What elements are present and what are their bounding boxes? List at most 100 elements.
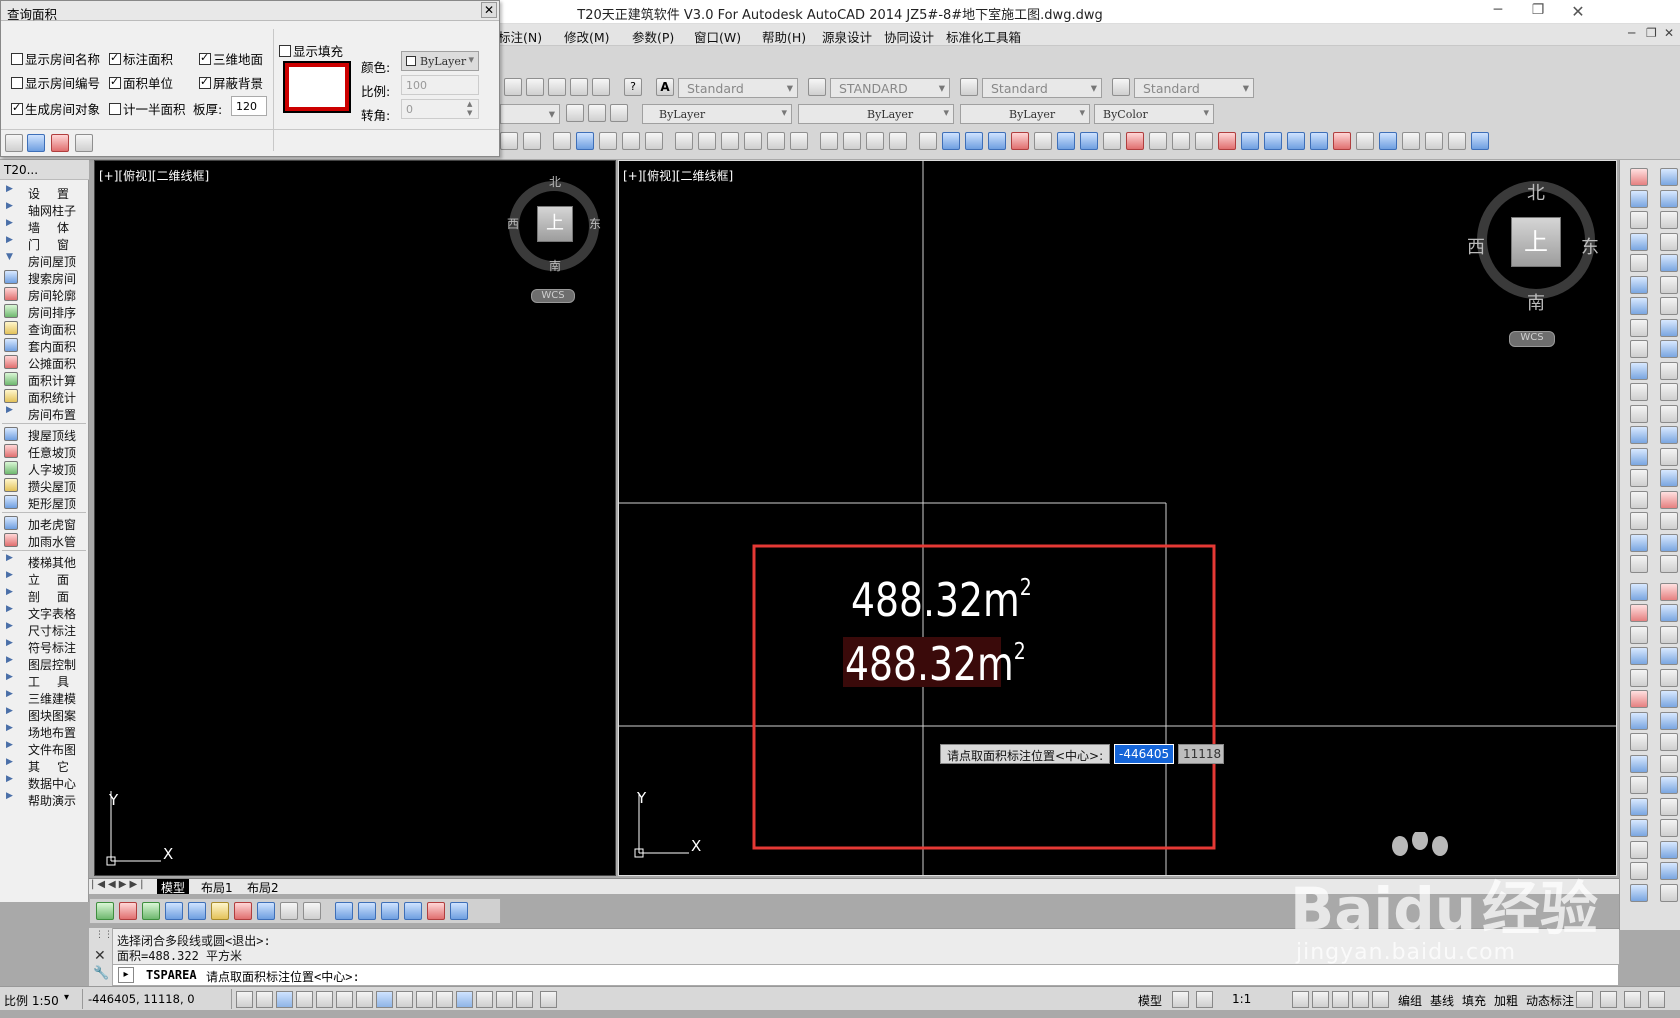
modify-tool-icon-1-25[interactable] [1630,690,1648,708]
modify-tool-icon-1-16[interactable] [1630,490,1648,509]
expand-arrow-icon[interactable]: ▶ [6,672,13,682]
side-room-item-4[interactable]: 套内面积 [0,337,89,354]
expand-arrow-icon[interactable]: ▶ [6,553,13,563]
toggle-group[interactable]: 编组 [1398,992,1422,1009]
modify-tool-icon-2-9[interactable] [1660,340,1678,358]
modify-tool-icon-2-6[interactable] [1660,275,1678,294]
modify-tool-icon-2-32[interactable] [1660,840,1678,859]
tool-icon-25[interactable] [1080,132,1098,150]
modify-tool-icon-2-34[interactable] [1660,883,1678,902]
expand-arrow-icon[interactable]: ▶ [6,218,13,228]
side-group-1[interactable]: ▶ 轴网柱子 [0,201,89,218]
modify-tool-icon-1-24[interactable] [1630,668,1648,687]
calc-icon[interactable] [592,78,610,96]
checkbox-mask-bg[interactable] [199,75,211,89]
tool-icon-28[interactable] [1149,132,1167,150]
status-coordinates[interactable]: -446405, 11118, 0 [88,992,195,1006]
side-room-item-3[interactable]: 查询面积 [0,320,89,337]
tool-icon-27[interactable] [1126,132,1144,150]
command-line[interactable]: ▸ TSPAREA 请点取面积标注位置<中心>: [89,964,1619,986]
drafting-toggle-icon-4[interactable] [296,991,313,1008]
expand-arrow-icon[interactable]: ▶ [6,689,13,699]
modify-tool-icon-1-3[interactable] [1630,211,1648,229]
status-tool-icon-9[interactable] [1600,991,1617,1008]
modify-tool-icon-2-19[interactable] [1660,555,1678,573]
block-icon[interactable] [570,78,588,96]
modify-tool-icon-2-3[interactable] [1660,211,1678,229]
query-closed-icon[interactable] [27,134,45,152]
tool-icon-20[interactable] [965,132,983,150]
menu-params[interactable]: 参数(P) [632,27,674,46]
expand-arrow-icon[interactable]: ▶ [6,774,13,784]
dynamic-input-x[interactable]: -446405 [1114,744,1174,764]
tool-icon-29[interactable] [1172,132,1190,150]
modify-tool-icon-1-7[interactable] [1630,297,1648,315]
compass-south-right[interactable]: 南 [1527,289,1545,315]
side-room-item-5[interactable]: 公摊面积 [0,354,89,371]
tianzheng-tool-icon-13[interactable] [381,902,399,920]
wcs-button-right[interactable]: WCS [1509,331,1555,347]
command-close-icon[interactable]: ✕ [94,948,106,964]
tianzheng-tool-icon-6[interactable] [211,902,229,920]
toggle-fill[interactable]: 填充 [1462,992,1486,1009]
dynamic-input-y[interactable]: 11118 [1178,744,1224,764]
fill-preview-swatch[interactable] [283,61,351,113]
angle-spinner-icon[interactable]: ▲ ▼ [467,100,472,118]
tool-icon-11[interactable] [744,132,762,150]
menu-window[interactable]: 窗口(W) [694,27,741,46]
modify-tool-icon-1-23[interactable] [1630,647,1648,665]
drafting-toggle-icon-7[interactable] [356,991,373,1008]
side-bottom-group-11[interactable]: ▶ 文件布图 [0,740,89,757]
text-style-icon[interactable]: A [656,78,674,96]
tianzheng-tool-icon-12[interactable] [358,902,376,920]
modify-tool-icon-1-33[interactable] [1630,862,1648,880]
side-roof-item-4[interactable]: 矩形屋顶 [0,494,89,511]
side-bottom-group-4[interactable]: ▶ 尺寸标注 [0,621,89,638]
side-group-0[interactable]: ▶ 设置 [0,184,89,201]
tool-icon-10[interactable] [721,132,739,150]
side-bottom-group-6[interactable]: ▶ 图层控制 [0,655,89,672]
modify-tool-icon-2-28[interactable] [1660,754,1678,773]
tianzheng-tool-icon-4[interactable] [165,902,183,920]
modify-tool-icon-1-17[interactable] [1630,512,1648,530]
drafting-toggle-icon-5[interactable] [316,991,333,1008]
tool-icon-14[interactable] [820,132,838,150]
modify-tool-icon-1-4[interactable] [1630,232,1648,251]
status-tool-icon-4[interactable] [1312,991,1329,1008]
drafting-toggle-icon-16[interactable] [540,991,557,1008]
expand-arrow-icon[interactable]: ▶ [6,791,13,801]
modify-tool-icon-1-26[interactable] [1630,711,1648,730]
modify-tool-icon-2-33[interactable] [1660,862,1678,880]
status-tool-icon-7[interactable] [1372,991,1389,1008]
side-room-item-0[interactable]: 搜索房间 [0,269,89,286]
query-poly-icon[interactable] [51,134,69,152]
compass-north-right[interactable]: 北 [1527,179,1545,205]
tianzheng-tool-icon-2[interactable] [119,902,137,920]
checkbox-half-area[interactable] [109,102,121,115]
tianzheng-tool-icon-1[interactable] [96,902,114,920]
modify-tool-icon-1-8[interactable] [1630,318,1648,337]
color-select[interactable]: ByLayer [642,104,792,124]
tianzheng-tool-icon-11[interactable] [335,902,353,920]
modify-tool-icon-2-12[interactable] [1660,404,1678,423]
status-tool-icon-10[interactable] [1624,991,1641,1008]
menu-help[interactable]: 帮助(H) [762,27,806,46]
checkbox-mark-area[interactable] [109,51,121,65]
tool-icon-36[interactable] [1333,132,1351,150]
side-bottom-group-0[interactable]: ▶ 楼梯其他 [0,553,89,570]
help-icon[interactable]: ? [624,78,642,96]
viewport-left[interactable]: [+][俯视][二维线框] 上 北 南 西 东 WCS Y X [94,160,616,876]
command-grip-icon[interactable]: ⋮⋮ [95,930,113,940]
expand-arrow-icon[interactable]: ▶ [6,405,13,415]
modify-tool-icon-2-1[interactable] [1660,168,1678,186]
command-settings-icon[interactable]: 🔧 [93,966,109,981]
query-room-icon[interactable] [5,134,23,152]
modify-tool-icon-1-28[interactable] [1630,754,1648,773]
doc-minimize-icon[interactable]: ─ [1628,26,1635,40]
modify-tool-icon-1-30[interactable] [1630,797,1648,816]
modify-tool-icon-2-13[interactable] [1660,426,1678,444]
modify-tool-icon-1-27[interactable] [1630,733,1648,751]
tianzheng-tool-icon-16[interactable] [450,902,468,920]
side-bottom-group-10[interactable]: ▶ 场地布置 [0,723,89,740]
restore-button[interactable]: ❐ [1518,2,1558,22]
